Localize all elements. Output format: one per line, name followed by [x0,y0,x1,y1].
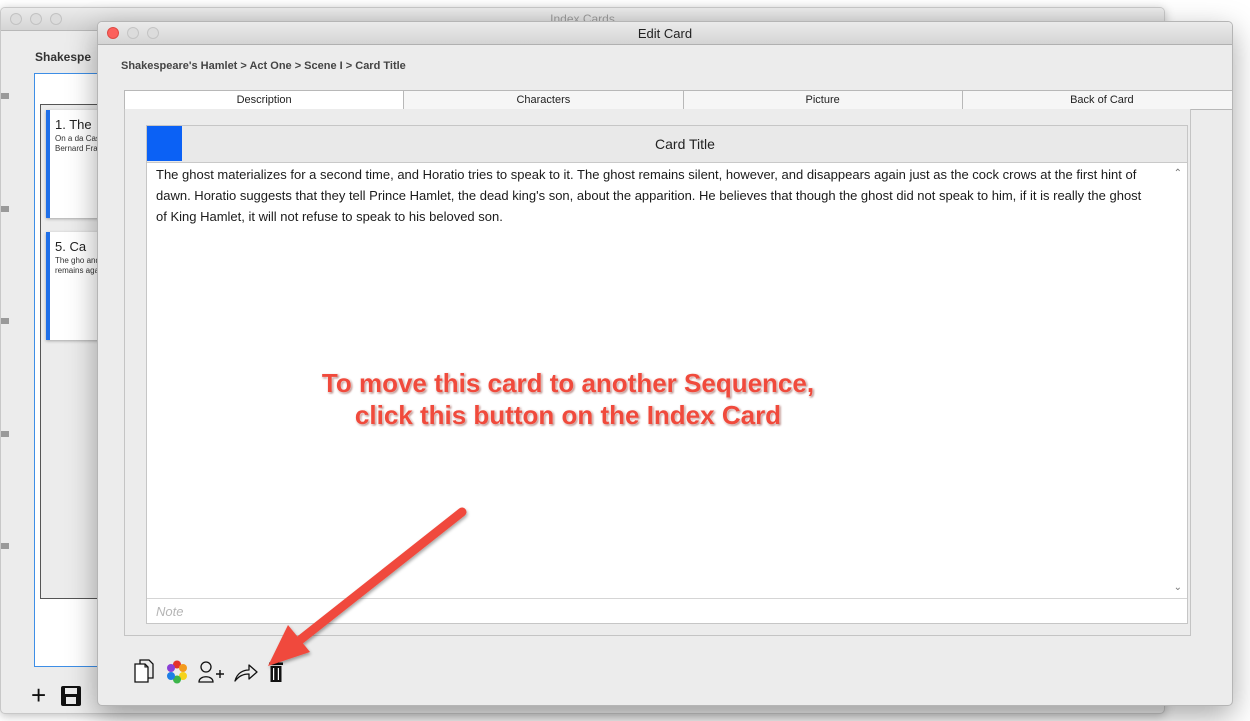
tab-back-of-card[interactable]: Back of Card [963,91,1232,109]
edit-card-window: Edit Card Shakespeare's Hamlet > Act One… [97,21,1233,706]
tab-bar: Description Characters Picture Back of C… [124,90,1232,110]
index-card-title: 1. The [55,117,92,132]
annotation-line-1: To move this card to another Sequence, [321,368,815,398]
card-description-text[interactable]: The ghost materializes for a second time… [156,164,1146,227]
save-icon[interactable] [61,686,81,706]
project-label: Shakespe [35,50,92,64]
card-color-swatch[interactable] [147,126,182,161]
edit-card-titlebar: Edit Card [98,22,1232,45]
add-card-icon[interactable]: + [31,680,46,711]
color-wheel-icon[interactable] [165,660,189,689]
card-title-field[interactable]: Card Title [183,136,1187,152]
scroll-up-icon[interactable]: ⌃ [1174,168,1182,179]
annotation-line-2: click this button on the Index Card [354,400,782,430]
note-field[interactable]: Note [147,598,1187,624]
index-card-title: 5. Ca [55,239,87,254]
trash-icon[interactable] [268,659,284,688]
window-title: Edit Card [637,26,693,41]
note-placeholder: Note [156,604,184,619]
tab-description[interactable]: Description [125,91,405,109]
copy-icon[interactable] [133,658,155,689]
left-strip [1,38,13,678]
add-character-icon[interactable] [198,660,226,689]
move-share-icon[interactable] [233,662,259,689]
breadcrumb: Shakespeare's Hamlet > Act One > Scene I… [121,60,406,72]
card-header: Card Title [147,126,1187,163]
tab-characters[interactable]: Characters [404,91,684,109]
tutorial-annotation: To move this card to another Sequence, c… [258,367,878,431]
tab-picture[interactable]: Picture [684,91,963,109]
scroll-down-icon[interactable]: ⌄ [1174,582,1182,593]
